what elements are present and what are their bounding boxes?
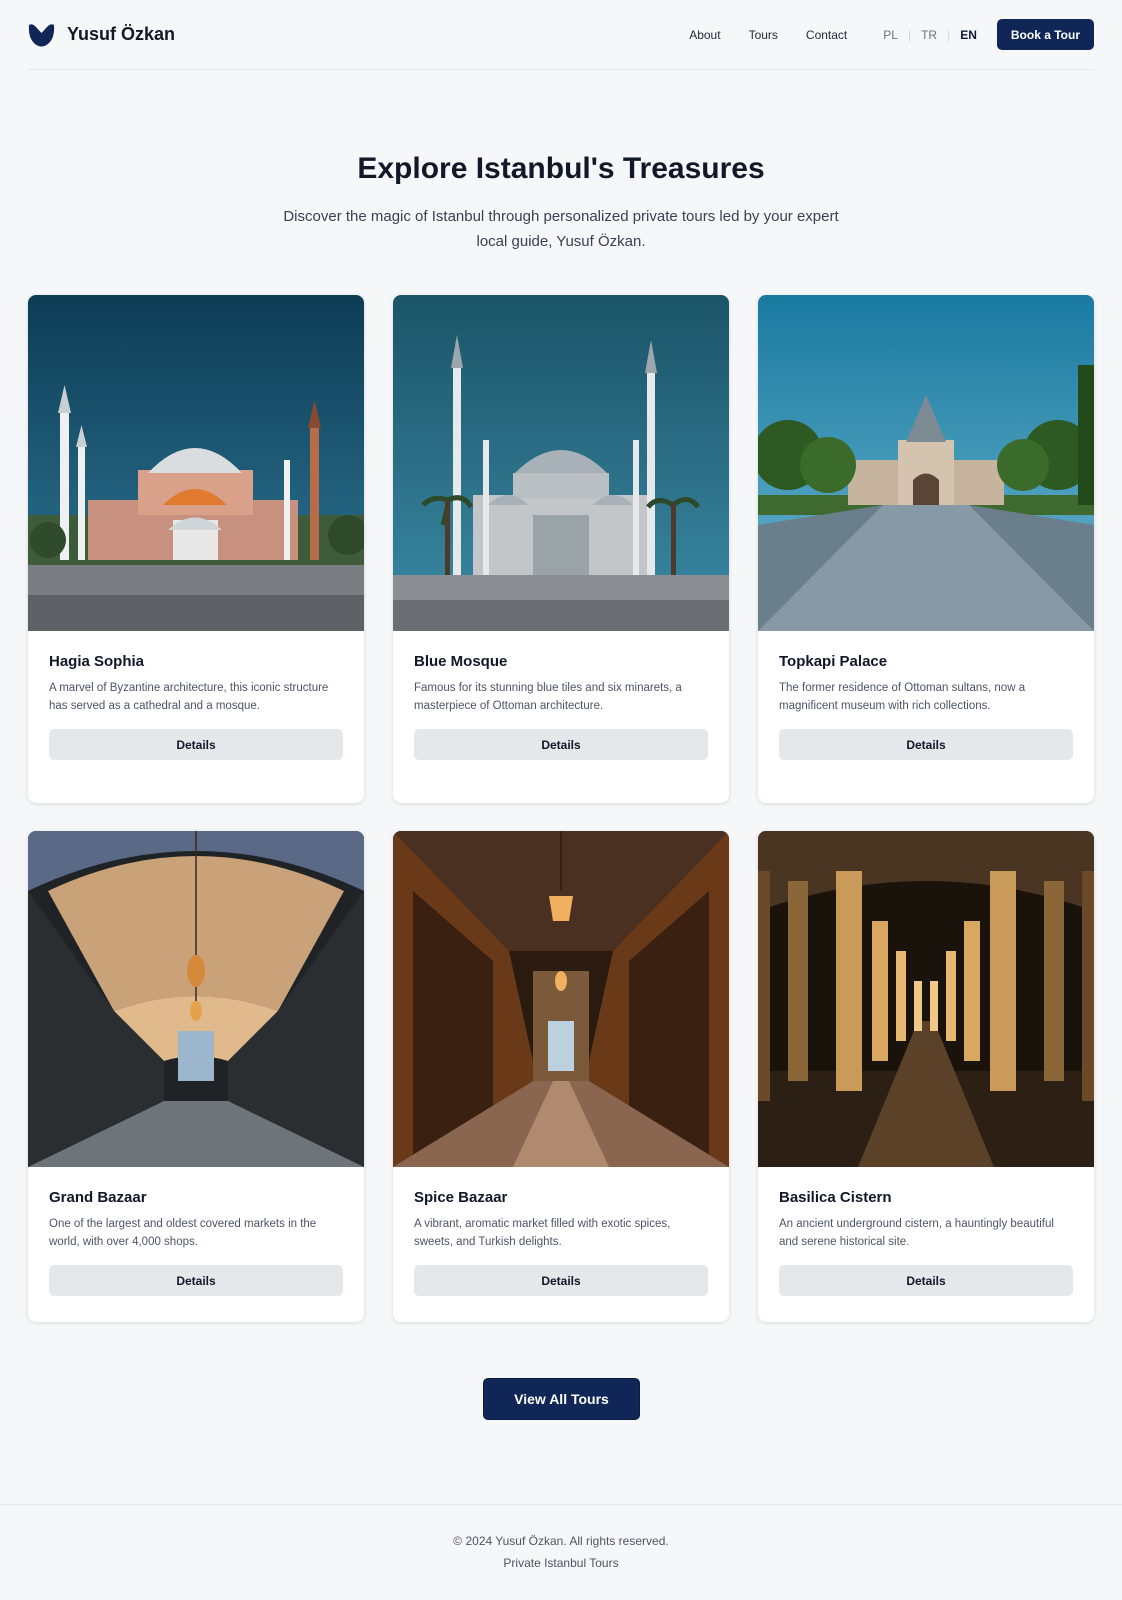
tour-description: The former residence of Ottoman sultans,… [779,682,1026,712]
book-tour-button[interactable]: Book a Tour [996,19,1094,50]
site-footer: © 2024 Yusuf Özkan. All rights reserved.… [0,1504,1122,1600]
tour-description: One of the largest and oldest covered ma… [49,1218,317,1248]
page-title: Explore Istanbul's Treasures [357,152,765,185]
details-button[interactable]: Details [779,729,1073,760]
details-button[interactable]: Details [49,1265,343,1296]
nav-contact[interactable]: Contact [806,28,847,42]
details-button[interactable]: Details [414,1265,708,1296]
tour-grid: Hagia Sophia A marvel of Byzantine archi… [28,295,1094,1322]
tour-title: Blue Mosque [414,653,508,670]
site-header: Yusuf Özkan About Tours Contact PL | TR … [28,0,1094,70]
tour-title: Spice Bazaar [414,1189,508,1206]
view-all-tours-button[interactable]: View All Tours [483,1378,640,1420]
tour-card: Grand Bazaar One of the largest and olde… [28,831,364,1322]
tour-description: An ancient underground cistern, a haunti… [779,1218,1054,1248]
lang-divider: | [947,27,951,42]
lang-pl[interactable]: PL [883,28,898,42]
nav-about[interactable]: About [689,28,720,42]
blue-mosque-photo [393,295,729,631]
tour-card: Topkapi Palace The former residence of O… [758,295,1094,803]
tour-card: Blue Mosque Famous for its stunning blue… [393,295,729,803]
details-button[interactable]: Details [779,1265,1073,1296]
nav-bar: About Tours Contact PL | TR | EN Book a … [689,19,1094,50]
nav-tours[interactable]: Tours [749,28,778,42]
footer-tagline: Private Istanbul Tours [503,1556,619,1570]
tour-title: Topkapi Palace [779,653,888,670]
details-button[interactable]: Details [49,729,343,760]
lang-tr[interactable]: TR [921,28,937,42]
language-switcher: PL | TR | EN [883,28,977,42]
tour-card: Hagia Sophia A marvel of Byzantine archi… [28,295,364,803]
copyright-text: © 2024 Yusuf Özkan. All rights reserved. [453,1534,669,1548]
tour-card: Basilica Cistern An ancient underground … [758,831,1094,1322]
tour-title: Hagia Sophia [49,653,145,670]
spice-bazaar-photo [393,831,729,1167]
hagia-sophia-photo [28,295,364,631]
tour-title: Grand Bazaar [49,1189,147,1206]
tour-title: Basilica Cistern [779,1189,892,1206]
topkapi-palace-photo [758,295,1094,631]
lang-en[interactable]: EN [960,28,977,42]
basilica-cistern-photo [758,831,1094,1167]
tour-description: A vibrant, aromatic market filled with e… [414,1218,671,1248]
hero-subtitle: Discover the magic of Istanbul through p… [283,208,839,250]
grand-bazaar-photo [28,831,364,1167]
tour-description: A marvel of Byzantine architecture, this… [49,682,329,712]
brand[interactable]: Yusuf Özkan [28,22,175,47]
details-button[interactable]: Details [414,729,708,760]
brand-name: Yusuf Özkan [67,24,176,44]
tour-card: Spice Bazaar A vibrant, aromatic market … [393,831,729,1322]
lang-divider: | [907,27,912,42]
tour-description: Famous for its stunning blue tiles and s… [414,682,682,712]
logo-icon [28,22,55,47]
